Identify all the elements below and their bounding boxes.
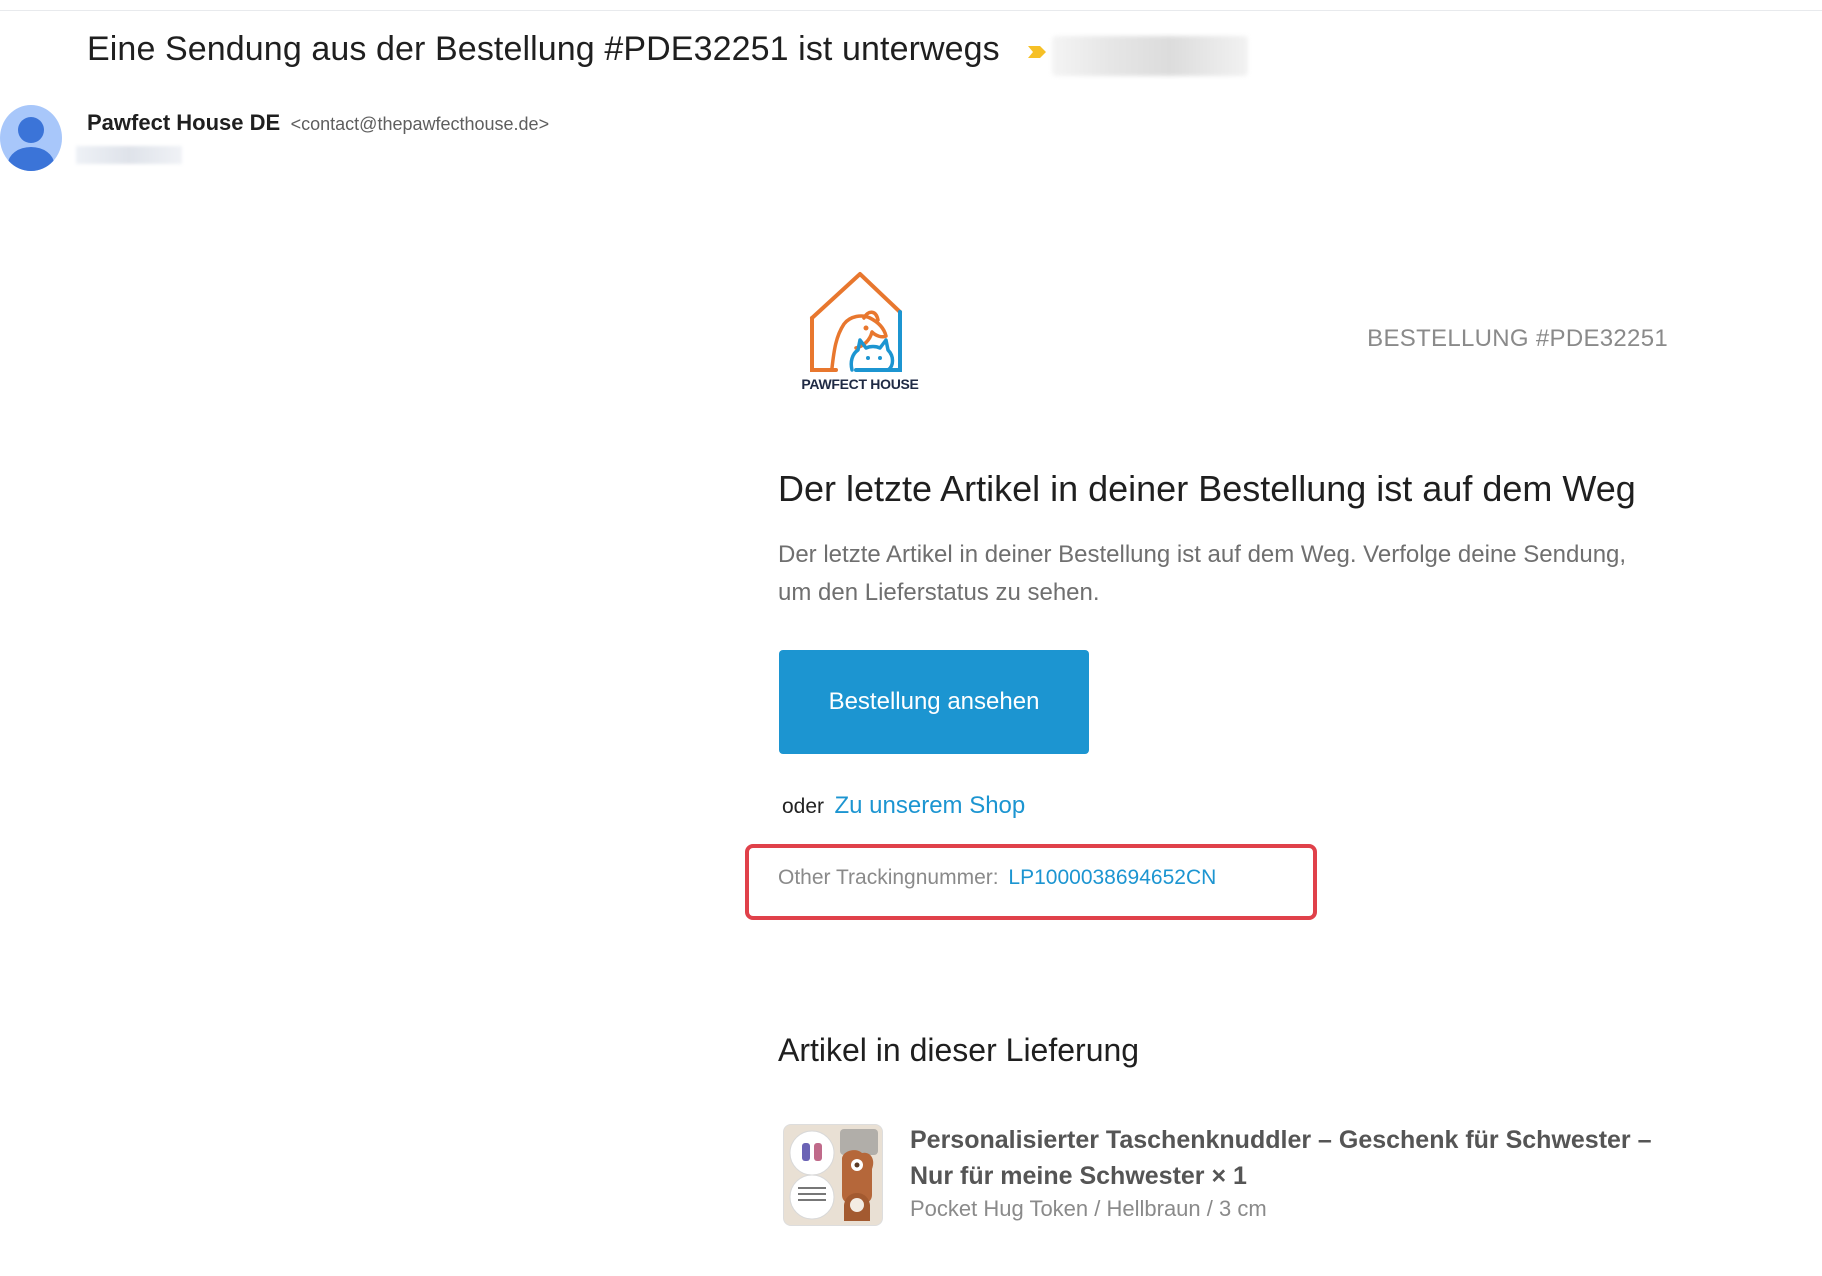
product-thumbnail-icon bbox=[784, 1125, 882, 1225]
product-thumbnail[interactable] bbox=[783, 1124, 883, 1226]
email-body-text: Der letzte Artikel in deiner Bestellung … bbox=[778, 541, 1627, 606]
email-subject: Eine Sendung aus der Bestellung #PDE3225… bbox=[87, 30, 1000, 68]
or-shop-line: oder Zu unserem Shop bbox=[782, 792, 1025, 820]
tracking-line: Other Trackingnummer: LP1000038694652CN bbox=[778, 866, 1216, 890]
redacted-recipient bbox=[76, 146, 182, 164]
avatar-head-icon bbox=[18, 117, 44, 143]
shop-link[interactable]: Zu unserem Shop bbox=[834, 792, 1025, 819]
tracking-number-link[interactable]: LP1000038694652CN bbox=[1008, 866, 1216, 889]
sender-email: <contact@thepawfecthouse.de> bbox=[290, 114, 550, 134]
avatar-body-icon bbox=[8, 147, 54, 171]
email-headline: Der letzte Artikel in deiner Bestellung … bbox=[778, 468, 1636, 509]
redacted-label bbox=[1052, 36, 1248, 76]
logo-text: PAWFECT HOUSE bbox=[801, 376, 919, 392]
or-word: oder bbox=[782, 795, 825, 818]
items-section-title: Artikel in dieser Lieferung bbox=[778, 1032, 1140, 1068]
top-border bbox=[0, 0, 1822, 11]
sender-avatar bbox=[0, 105, 62, 171]
view-order-button[interactable]: Bestellung ansehen bbox=[779, 650, 1089, 754]
tracking-label: Other Trackingnummer: bbox=[778, 866, 999, 889]
sender-line: Pawfect House DE <contact@thepawfecthous… bbox=[87, 110, 549, 136]
order-number: BESTELLUNG #PDE32251 bbox=[1367, 325, 1668, 352]
product-variant: Pocket Hug Token / Hellbraun / 3 cm bbox=[910, 1196, 1267, 1221]
important-marker-icon[interactable] bbox=[1026, 44, 1048, 60]
product-title[interactable]: Personalisierter Taschenknuddler – Gesch… bbox=[910, 1122, 1680, 1194]
sender-name: Pawfect House DE bbox=[87, 110, 281, 135]
